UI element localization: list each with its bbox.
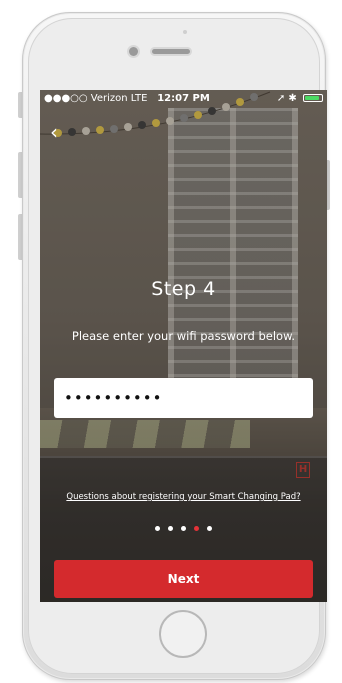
earpiece-speaker	[152, 49, 190, 54]
wifi-instructions: Please enter your wifi password below.	[71, 329, 296, 343]
pager-dot-2[interactable]	[168, 526, 173, 531]
status-bar: ●●●○○ Verizon LTE 12:07 PM ➚ ✱	[40, 90, 327, 108]
front-camera-icon	[129, 47, 138, 56]
registration-help-link[interactable]: Questions about registering your Smart C…	[40, 492, 327, 502]
pager-dot-4[interactable]	[194, 526, 199, 531]
battery-level-fill	[305, 96, 319, 100]
pager-dot-5[interactable]	[207, 526, 212, 531]
back-icon[interactable]: ‹	[44, 120, 64, 144]
proximity-sensor	[183, 30, 187, 34]
status-indicators: ➚ ✱	[277, 90, 323, 108]
location-bluetooth-icons: ➚ ✱	[276, 93, 297, 104]
step-title: Step 4	[151, 278, 216, 300]
wifi-password-input[interactable]	[54, 378, 313, 418]
pager-dot-1[interactable]	[155, 526, 160, 531]
stage: H ●●●○○ Verizon LTE 12:07 PM ➚ ✱ ‹ Step …	[0, 0, 342, 683]
home-button[interactable]	[159, 610, 207, 658]
pager-dot-3[interactable]	[181, 526, 186, 531]
step-pager	[40, 526, 327, 536]
battery-icon	[303, 94, 323, 102]
next-button[interactable]: Next	[54, 560, 313, 598]
phone-screen: H ●●●○○ Verizon LTE 12:07 PM ➚ ✱ ‹ Step …	[40, 90, 327, 602]
